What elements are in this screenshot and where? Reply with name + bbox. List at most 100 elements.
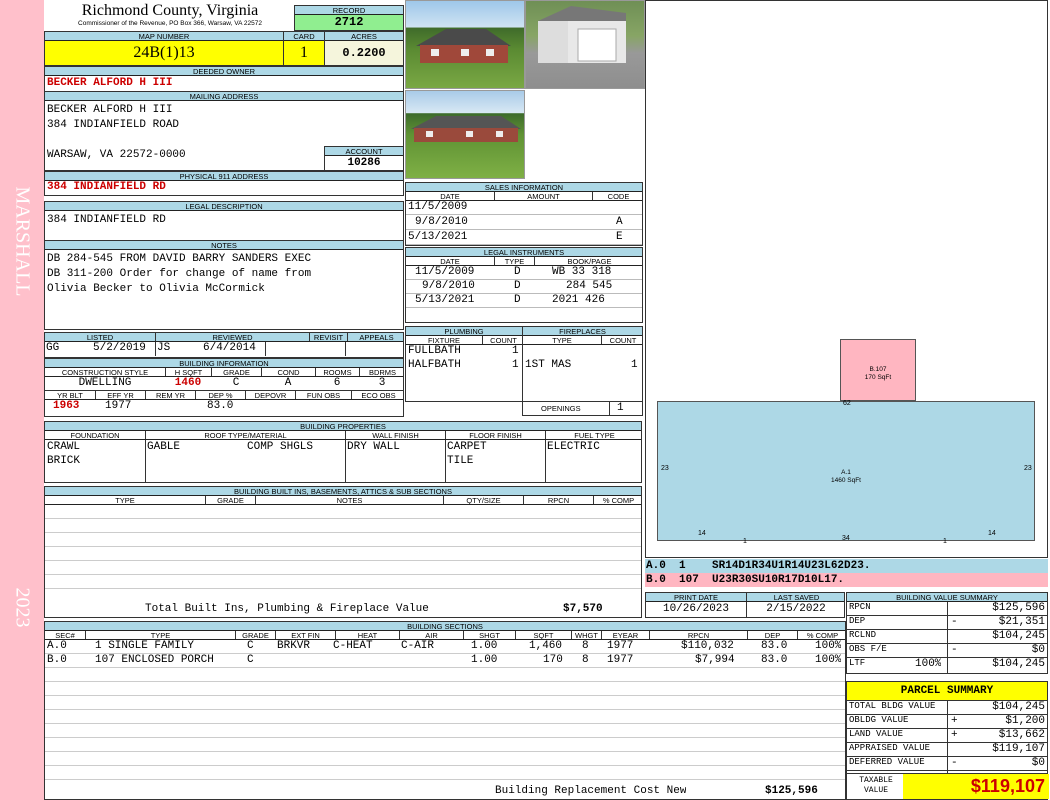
built-ins-total: $7,570 (563, 603, 603, 615)
sec-sqft: 1,460 (529, 640, 563, 652)
properties-values: CRAWL BRICK GABLE COMP SHGLS DRY WALL CA… (45, 440, 641, 482)
properties-header: FOUNDATION ROOF TYPE/MATERIAL WALL FINIS… (45, 431, 641, 440)
fireplaces-header: TYPE COUNT (523, 336, 642, 345)
parcel-row: DEFERRED VALUE - $0 (847, 757, 1047, 771)
value-summary-title: BUILDING VALUE SUMMARY (847, 593, 1047, 602)
year-label: 2023 (11, 587, 34, 628)
fireplace-type: 1ST MAS (525, 359, 572, 371)
value-label: OBS F/E (849, 644, 887, 654)
sketch-legend-b: B.0 107 U23R30SU10R17D10L17. (645, 573, 1048, 587)
col-listed: LISTED (86, 333, 114, 342)
instrument-bookpage: 284 545 (566, 280, 613, 292)
mailing-line: BECKER ALFORD H III (47, 104, 173, 116)
acres-label: ACRES (325, 32, 403, 41)
sketch-dim: 14 (698, 530, 706, 537)
sec-type: 1 SINGLE FAMILY (95, 640, 195, 652)
construction-style: DWELLING (78, 377, 132, 389)
fireplaces-title: FIREPLACES (523, 327, 642, 336)
sec-air: C-AIR (401, 640, 435, 652)
sketch-dim: 23 (1024, 465, 1032, 472)
listing-header: LISTED REVIEWED REVISIT APPEALS (45, 333, 403, 342)
deeded-owner-box: DEEDED OWNER BECKER ALFORD H III (44, 66, 404, 92)
col-dep: DEP (747, 631, 797, 639)
commissioner-address: Commissioner of the Revenue, PO Box 366,… (78, 20, 262, 27)
county-title: Richmond County, Virginia (81, 2, 259, 19)
col-type: TYPE (115, 496, 135, 505)
sketch-section-b[interactable]: B.107 170 SqFt (840, 339, 916, 401)
parcel-row: APPRAISED VALUE $119,107 (847, 743, 1047, 757)
parcel-label: TOTAL BLDG VALUE (849, 701, 936, 711)
building-properties-box: BUILDING PROPERTIES FOUNDATION ROOF TYPE… (44, 421, 642, 483)
wall-finish: DRY WALL (347, 441, 400, 453)
print-date-label: PRINT DATE (674, 593, 718, 602)
col-construction-style: CONSTRUCTION STYLE (61, 368, 149, 377)
sketch-dim: 14 (988, 530, 996, 537)
col-bdrms: BDRMS (359, 368, 403, 376)
roof-material: COMP SHGLS (247, 441, 314, 453)
parcel-sign: + (951, 715, 958, 727)
col-qty: QTY/SIZE (443, 496, 523, 504)
built-ins-total-label: Total Built Ins, Plumbing & Fireplace Va… (145, 603, 429, 615)
house-photo-side[interactable] (405, 90, 525, 179)
house-photo-front[interactable] (405, 0, 525, 89)
account-label: ACCOUNT (325, 147, 403, 156)
parcel-summary-title: PARCEL SUMMARY (847, 682, 1047, 701)
col-roof: ROOF TYPE/MATERIAL (145, 431, 345, 439)
parcel-amount: $104,245 (992, 701, 1045, 713)
reviewed-date: 6/4/2014 (203, 342, 256, 354)
card-label: CARD (284, 32, 324, 41)
sales-header-row: DATE AMOUNT CODE (406, 192, 642, 201)
map-number: 24B(1)13 (45, 41, 283, 65)
floor-finish: TILE (447, 455, 474, 467)
sales-title: SALES INFORMATION (406, 183, 642, 192)
sales-table: SALES INFORMATION DATE AMOUNT CODE 11/5/… (405, 182, 643, 246)
bdrms: 3 (378, 377, 386, 389)
parcel-label: APPRAISED VALUE (849, 743, 931, 753)
sec-rpcn: $110,032 (681, 640, 734, 652)
building-sketch[interactable]: B.107 170 SqFt A.1 1460 SqFt 62 23 23 14… (645, 0, 1048, 558)
table-row: 5/13/2021 E (406, 231, 642, 245)
mailing-line: 384 INDIANFIELD ROAD (47, 119, 180, 131)
table-row: A.0 1 SINGLE FAMILY C BRKVR C-HEAT C-AIR… (45, 640, 845, 654)
fixture-count: 1 (512, 345, 519, 357)
building-value-summary: BUILDING VALUE SUMMARY RPCN $125,596 DEP -… (846, 592, 1048, 674)
county-header: Richmond County, Virginia Commissioner o… (45, 2, 295, 32)
dates-box: PRINT DATE LAST SAVED 10/26/2023 2/15/20… (645, 592, 845, 618)
garage-photo-image (538, 6, 626, 63)
record-label: RECORD (295, 6, 403, 15)
hsqft: 1460 (174, 377, 202, 389)
col-rpcn: RPCN (649, 631, 747, 639)
fireplace-count: 1 (631, 359, 638, 371)
col-revisit: REVISIT (309, 333, 347, 341)
col-fixture: FIXTURE (427, 336, 461, 345)
sketch-a-label: A.1 (841, 469, 851, 476)
col-reviewed: REVIEWED (155, 333, 309, 341)
parcel-amount: $119,107 (992, 743, 1045, 755)
sketch-b-area: 170 SqFt (864, 374, 892, 381)
map-number-label: MAP NUMBER (45, 32, 283, 41)
value-row: OBS F/E - $0 (847, 644, 1047, 658)
col-eff-yr: EFF YR (95, 391, 145, 399)
building-info-values-1: DWELLING 1460 C A 6 3 (45, 377, 403, 391)
sec-dep: 83.0 (761, 654, 788, 666)
col-count: COUNT (601, 336, 642, 344)
sec-number: A.0 (47, 640, 67, 652)
acres-box: ACRES 0.2200 (324, 31, 404, 66)
instruments-title: LEGAL INSTRUMENTS (406, 248, 642, 257)
col-amount: AMOUNT (494, 192, 592, 200)
sec-ext-fin: BRKVR (277, 640, 311, 652)
col-code: CODE (592, 192, 642, 200)
listing-row: GG 5/2/2019 JS 6/4/2014 (45, 342, 403, 356)
value-row: DEP - $21,351 (847, 616, 1047, 630)
sections-rows: A.0 1 SINGLE FAMILY C BRKVR C-HEAT C-AIR… (45, 640, 845, 782)
taxable-row: TAXABLE VALUE $119,107 (847, 773, 1049, 799)
col-foundation: FOUNDATION (70, 431, 120, 440)
built-ins-header: TYPE GRADE NOTES QTY/SIZE RPCN % COMP (45, 496, 641, 505)
garage-photo[interactable] (525, 0, 645, 89)
col-date: DATE (440, 257, 460, 266)
parcel-summary: PARCEL SUMMARY TOTAL BLDG VALUE $104,245 … (846, 681, 1049, 800)
fireplaces-table: FIREPLACES TYPE COUNT 1ST MAS 1 OPENINGS … (522, 326, 643, 416)
col-rem-yr: REM YR (145, 391, 195, 399)
sketch-section-a[interactable]: A.1 1460 SqFt (657, 401, 1035, 541)
parcel-label: LAND VALUE (849, 729, 904, 739)
